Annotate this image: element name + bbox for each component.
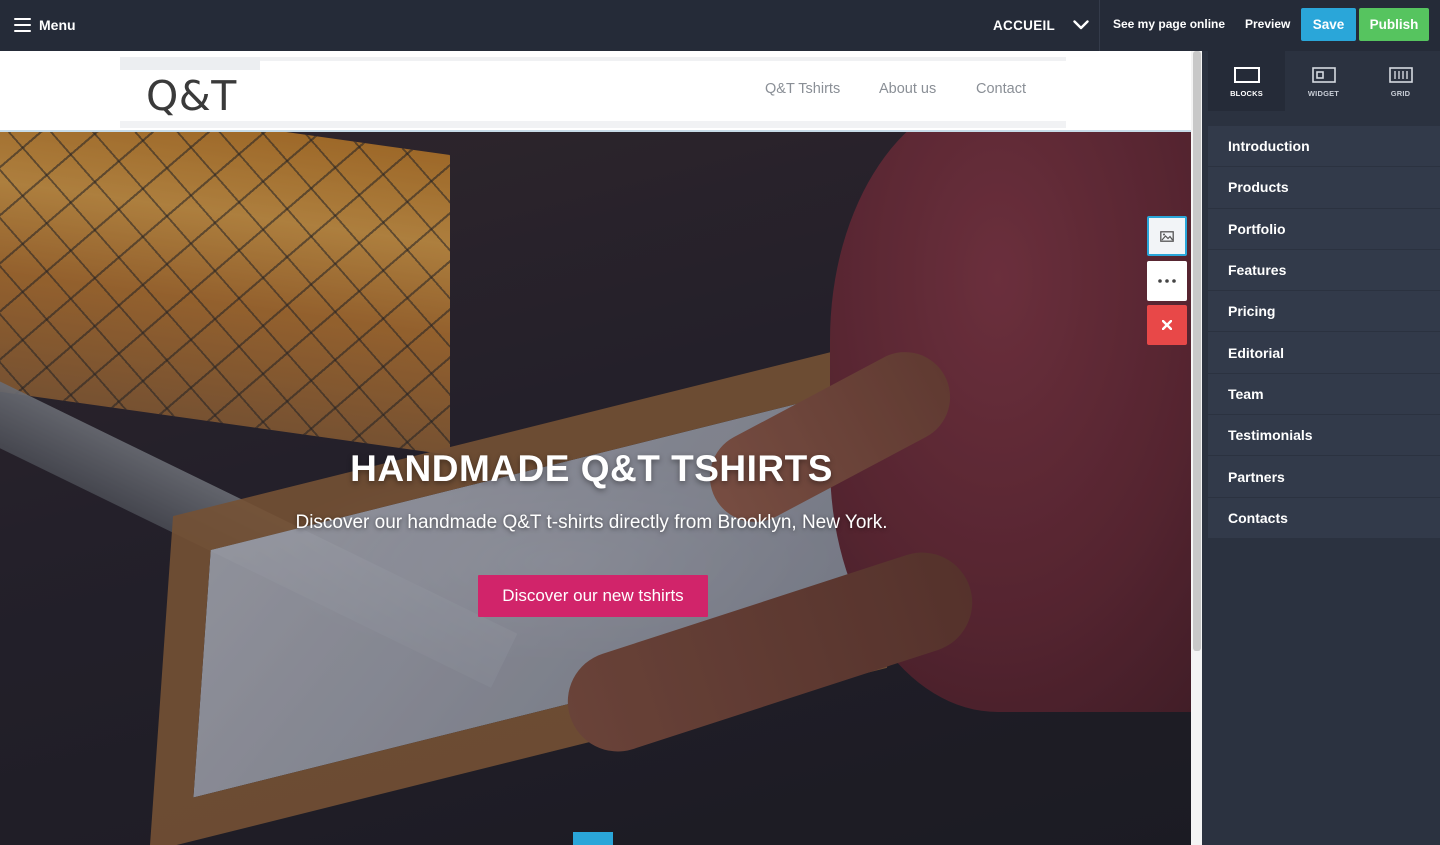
sidebar-item-partners[interactable]: Partners — [1208, 456, 1440, 498]
editor-sidebar: BLOCKS WIDGET GRID Introduction Products… — [1202, 51, 1440, 845]
blocks-icon — [1233, 67, 1260, 83]
sidebar-item-team[interactable]: Team — [1208, 373, 1440, 416]
block-delete-button[interactable] — [1147, 305, 1187, 345]
more-icon — [1158, 279, 1176, 283]
hero-title[interactable]: HANDMADE Q&T TSHIRTS — [0, 448, 1191, 490]
tab-widget[interactable]: WIDGET — [1285, 51, 1362, 111]
widget-icon — [1311, 67, 1336, 83]
save-button[interactable]: Save — [1301, 8, 1356, 41]
header-frame-bottom — [120, 121, 1066, 128]
site-nav-contact[interactable]: Contact — [976, 81, 1026, 97]
sidebar-item-testimonials[interactable]: Testimonials — [1208, 415, 1440, 457]
image-icon — [1160, 230, 1174, 242]
page-selector-label: ACCUEIL — [993, 17, 1056, 33]
sidebar-item-products[interactable]: Products — [1208, 167, 1440, 209]
tab-widget-label: WIDGET — [1307, 89, 1340, 98]
canvas-scrollbar-thumb[interactable] — [1193, 51, 1201, 651]
menu-label: Menu — [39, 17, 76, 33]
close-icon — [1162, 320, 1172, 330]
tab-blocks[interactable]: BLOCKS — [1208, 51, 1285, 111]
tab-grid[interactable]: GRID — [1362, 51, 1439, 111]
sidebar-item-features[interactable]: Features — [1208, 249, 1440, 292]
sidebar-item-editorial[interactable]: Editorial — [1208, 332, 1440, 374]
topbar-divider — [1099, 0, 1100, 51]
sidebar-item-contacts[interactable]: Contacts — [1208, 497, 1440, 539]
sidebar-item-introduction[interactable]: Introduction — [1208, 126, 1440, 168]
editor-topbar: Menu ACCUEIL See my page online Preview … — [0, 0, 1440, 51]
chevron-down-icon — [1073, 20, 1089, 30]
publish-button[interactable]: Publish — [1359, 8, 1429, 41]
block-more-button[interactable] — [1147, 261, 1187, 301]
hamburger-icon — [14, 18, 31, 32]
page-selector[interactable]: ACCUEIL — [993, 14, 1089, 36]
sidebar-item-pricing[interactable]: Pricing — [1208, 291, 1440, 333]
site-nav-about[interactable]: About us — [879, 81, 936, 97]
hero-subtitle[interactable]: Discover our handmade Q&T t-shirts direc… — [0, 512, 1191, 534]
sidebar-item-portfolio[interactable]: Portfolio — [1208, 208, 1440, 250]
blocks-list: Introduction Products Portfolio Features… — [1208, 126, 1440, 539]
page-canvas: Q&T Q&T Tshirts About us Contact HANDMAD… — [0, 51, 1191, 845]
site-logo[interactable]: Q&T — [146, 72, 237, 120]
header-frame-tab — [120, 57, 260, 70]
tab-blocks-label: BLOCKS — [1230, 89, 1263, 98]
menu-button[interactable]: Menu — [14, 14, 76, 36]
see-page-online-link[interactable]: See my page online — [1113, 17, 1225, 31]
preview-button[interactable]: Preview — [1245, 17, 1290, 31]
hero-section[interactable]: HANDMADE Q&T TSHIRTS Discover our handma… — [0, 132, 1191, 845]
header-frame — [120, 57, 1066, 61]
hero-cta-button[interactable]: Discover our new tshirts — [478, 575, 708, 617]
grid-icon — [1388, 67, 1413, 83]
site-header[interactable]: Q&T Q&T Tshirts About us Contact — [0, 51, 1191, 132]
block-image-button[interactable] — [1147, 216, 1187, 256]
add-block-handle[interactable] — [573, 832, 613, 845]
tab-grid-label: GRID — [1390, 89, 1411, 98]
site-nav-tshirts[interactable]: Q&T Tshirts — [765, 81, 840, 97]
